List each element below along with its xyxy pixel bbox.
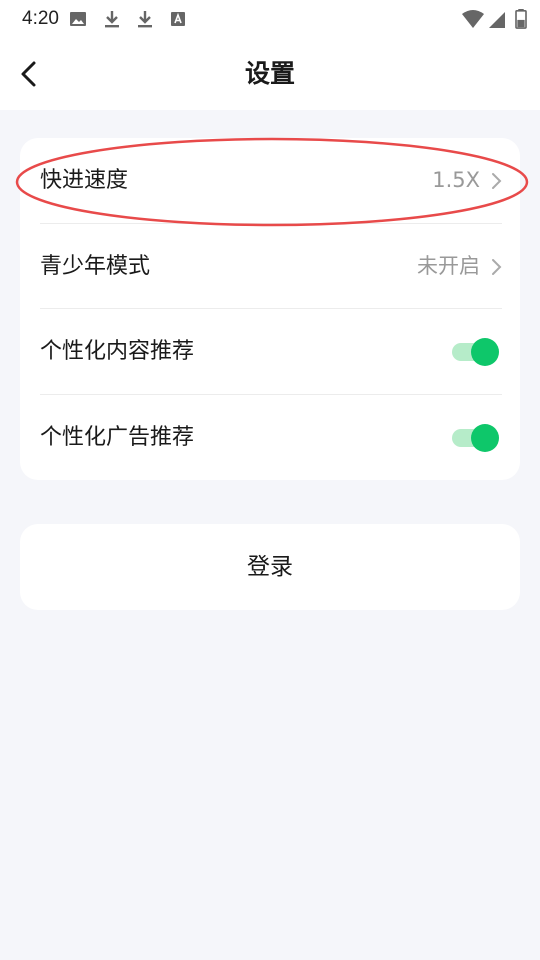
setting-label: 青少年模式 (40, 254, 151, 279)
status-bar: 4:20 (0, 0, 540, 38)
setting-label: 个性化内容推荐 (40, 339, 195, 364)
signal-icon (489, 12, 505, 28)
personalized-ads-toggle[interactable] (450, 423, 500, 453)
setting-row-playback-speed[interactable]: 快进速度 1.5X (20, 138, 520, 223)
app-header: 设置 (0, 38, 540, 110)
text-icon (171, 12, 185, 26)
download-icon (138, 11, 152, 28)
chevron-right-icon (492, 259, 502, 275)
setting-value: 未开启 (417, 254, 480, 278)
wifi-icon (462, 10, 484, 28)
login-label: 登录 (247, 554, 293, 580)
personalized-content-toggle[interactable] (450, 337, 500, 367)
status-time: 4:20 (22, 8, 59, 29)
chevron-left-icon (21, 61, 36, 87)
setting-row-personalized-content: 个性化内容推荐 (20, 309, 520, 394)
setting-value: 1.5X (432, 168, 480, 192)
setting-row-teen-mode[interactable]: 青少年模式 未开启 (20, 224, 520, 309)
setting-label: 个性化广告推荐 (40, 425, 195, 450)
settings-card: 快进速度 1.5X 青少年模式 未开启 个性化内容推荐 个性化广告推荐 (20, 138, 520, 480)
battery-icon (515, 9, 527, 29)
chevron-right-icon (492, 173, 502, 189)
login-button[interactable]: 登录 (20, 524, 520, 610)
download-icon (105, 11, 119, 28)
setting-row-personalized-ads: 个性化广告推荐 (20, 395, 520, 480)
setting-label: 快进速度 (40, 168, 129, 193)
image-icon (70, 12, 86, 26)
toggle-knob (471, 338, 499, 366)
back-button[interactable] (12, 54, 48, 94)
toggle-knob (471, 424, 499, 452)
page-title: 设置 (244, 59, 295, 88)
